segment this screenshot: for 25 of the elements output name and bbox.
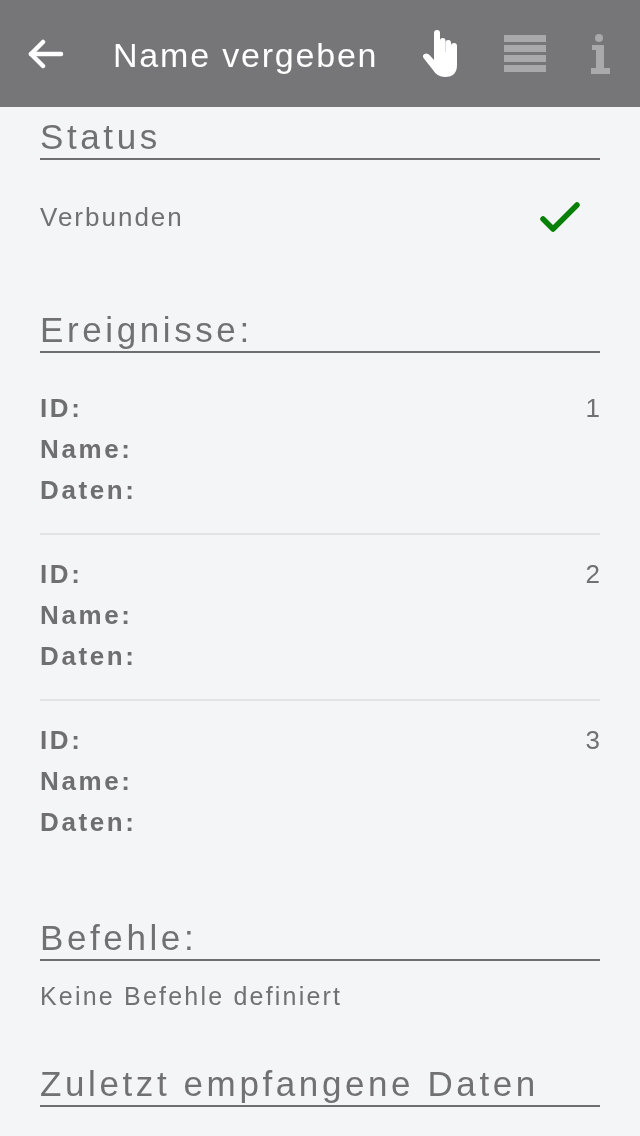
- section-heading: Ereignisse:: [40, 309, 600, 353]
- section-heading: Zuletzt empfangene Daten: [40, 1063, 600, 1107]
- section-heading: Befehle:: [40, 917, 600, 961]
- field-value: 3: [585, 724, 600, 757]
- empty-message: Keine Befehle definiert: [40, 981, 344, 1011]
- field-label: Name:: [40, 765, 133, 798]
- field-label: ID:: [40, 392, 83, 425]
- arrow-left-icon: [28, 38, 64, 69]
- back-button[interactable]: [28, 38, 64, 69]
- touch-button[interactable]: [422, 30, 460, 77]
- status-text: Verbunden: [40, 201, 184, 233]
- field-label: ID:: [40, 558, 83, 591]
- hand-pointer-icon: [422, 30, 460, 77]
- section-heading: Status: [40, 116, 600, 160]
- field-label: Daten:: [40, 640, 137, 673]
- field-label: Daten:: [40, 474, 137, 507]
- info-icon: [590, 33, 610, 74]
- field-value: 2: [585, 558, 600, 591]
- list-icon: [504, 35, 546, 72]
- field-label: ID:: [40, 724, 83, 757]
- field-label: Name:: [40, 433, 133, 466]
- screen-title: Name vergeben: [113, 35, 379, 76]
- field-value: 1: [585, 392, 600, 425]
- field-label: Daten:: [40, 806, 137, 839]
- field-label: Name:: [40, 599, 133, 632]
